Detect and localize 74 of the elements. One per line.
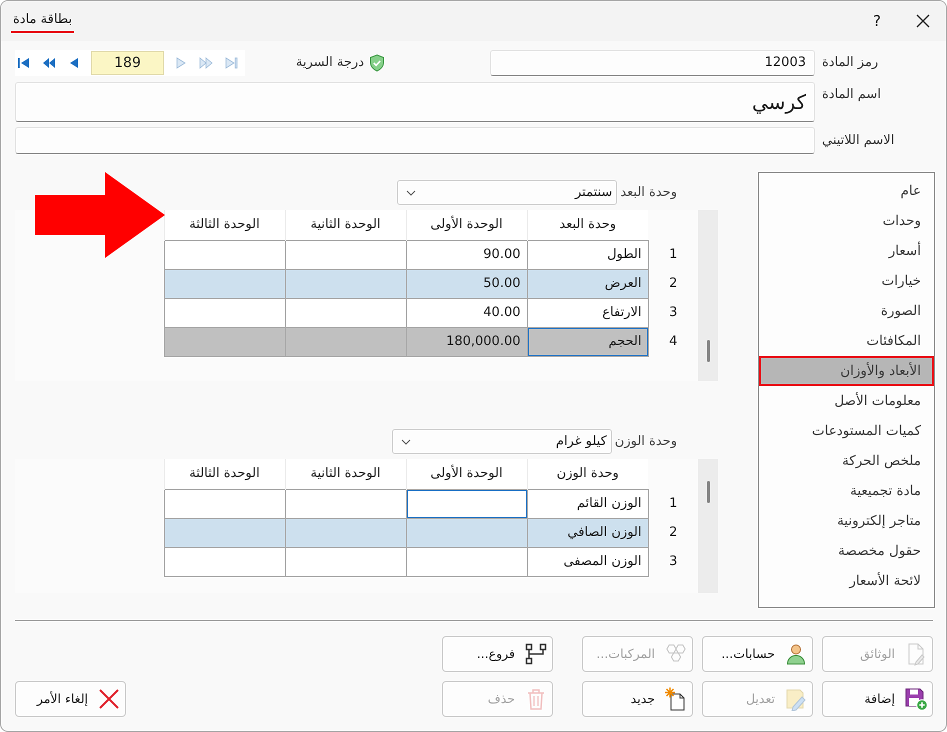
column-header[interactable]: الوحدة الثالثة [164,210,285,240]
help-button[interactable]: ? [854,12,900,30]
unit-label: وحدة الوزن [614,432,677,451]
window-title: بطاقة مادة [11,11,74,33]
unit-dropdown[interactable]: كيلو غرام [392,429,612,454]
section-item[interactable]: حقول مخصصة [759,536,934,566]
table-cell: الارتفاع [527,298,648,327]
record-number-field[interactable]: 189 [91,51,164,75]
floppy-plus-icon [904,687,928,711]
table-cell: 180,000.00 [406,327,527,356]
chevron-down-icon [406,190,416,196]
table-cell: الوزن المصفى [527,547,648,576]
action-button[interactable]: إضافة [822,681,933,717]
section-item[interactable]: أسعار [759,236,934,266]
row-number: 2 [648,518,698,547]
section-item[interactable]: خيارات [759,266,934,296]
row-number: 2 [648,269,698,298]
column-header[interactable]: الوحدة الثالثة [164,459,285,489]
table-cell: 50.00 [406,269,527,298]
security-label: درجة السرية [296,54,364,72]
column-header[interactable]: وحدة الوزن [527,459,648,489]
column-header[interactable]: الوحدة الثانية [285,459,406,489]
row-number: 3 [648,547,698,576]
row-number: 1 [648,489,698,518]
row-number: 3 [648,298,698,327]
chevron-down-icon [400,438,411,444]
section-item[interactable]: المكافئات [759,326,934,356]
table-cell: الحجم [527,327,648,356]
section-item[interactable]: عام [759,176,934,206]
text-field[interactable]: كرسي [15,82,815,122]
table-cell: 90.00 [406,240,527,269]
skip-to-start-icon[interactable] [17,56,31,70]
field-label: الاسم اللاتيني [821,132,896,150]
section-item[interactable]: متاجر إلكترونية [759,506,934,536]
column-header[interactable]: الوحدة الأولى [406,459,527,489]
section-item[interactable]: الصورة [759,296,934,326]
text-field[interactable] [15,127,815,154]
section-item[interactable]: الأبعاد والأوزان [759,356,934,386]
action-button[interactable]: إلغاء الأمر [15,681,126,717]
scrollbar-track[interactable] [698,210,718,381]
document-pencil-icon [784,687,808,711]
field-label: اسم المادة [821,86,882,104]
table-cell: الوزن الصافي [527,518,648,547]
column-header[interactable]: وحدة البعد [527,210,648,240]
column-header[interactable]: الوحدة الأولى [406,210,527,240]
close-icon[interactable] [916,14,930,28]
row-number: 1 [648,240,698,269]
section-item[interactable]: ملخص الحركة [759,446,934,476]
scrollbar-track[interactable] [698,459,718,593]
section-item[interactable]: لائحة الأسعار [759,566,934,596]
table-cell: الطول [527,240,648,269]
person-icon [784,642,808,666]
scrollbar-thumb[interactable] [706,481,710,503]
action-button[interactable]: حسابات... [702,636,813,672]
action-button[interactable]: جديد [582,681,693,717]
column-header[interactable]: الوحدة الثانية [285,210,406,240]
section-item[interactable]: معلومات الأصل [759,386,934,416]
text-field[interactable]: 12003 [490,50,815,76]
section-item[interactable]: مادة تجميعية [759,476,934,506]
section-item[interactable]: وحدات [759,206,934,236]
field-label: رمز المادة [821,54,880,72]
unit-label: وحدة البعد [620,184,677,202]
unit-dropdown[interactable]: سنتمتر [397,180,618,205]
branch-diagram-icon [524,642,548,666]
action-button[interactable]: فروع... [442,636,553,672]
x-mark-icon [97,687,121,711]
table-cell: العرض [527,269,648,298]
rewind-icon[interactable] [42,56,56,70]
table-cell: الوزن القائم [527,489,648,518]
section-item[interactable]: كميات المستودعات [759,416,934,446]
scrollbar-thumb[interactable] [706,340,710,362]
shield-check-icon [369,54,385,72]
table-cell: 40.00 [406,298,527,327]
row-number: 4 [648,327,698,356]
